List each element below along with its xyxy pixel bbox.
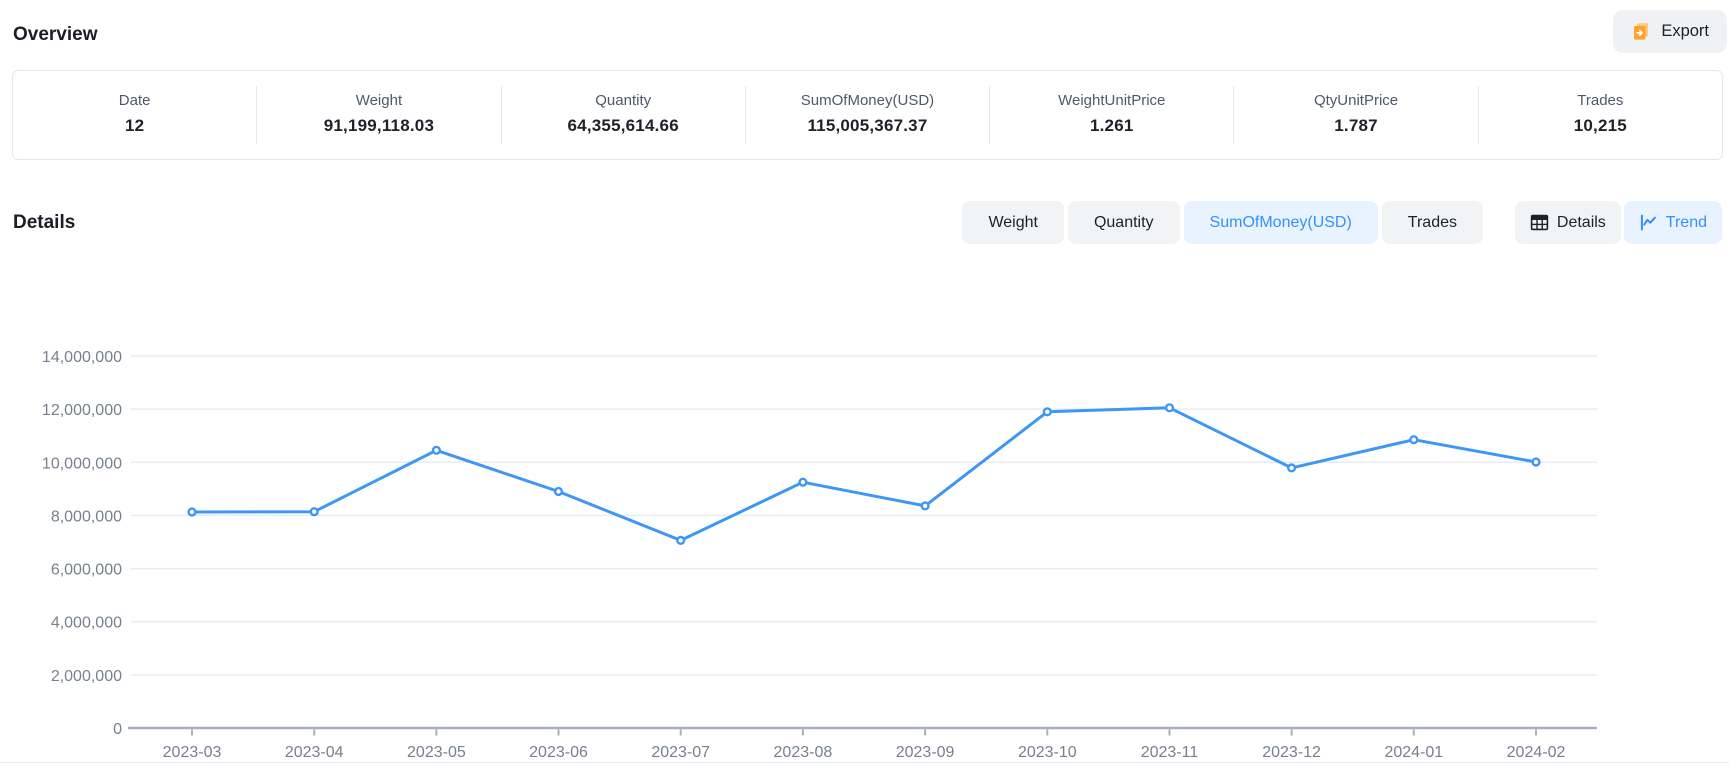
trend-line-chart[interactable]: 0 2,000,000 4,000,000 6,000,000 8,000,000 10,…: [0, 280, 1729, 765]
overview-stats-card: Date 12 Weight 91,199,118.03 Quantity 64,355,…: [12, 70, 1723, 160]
view-toggle-trend[interactable]: Trend: [1624, 201, 1722, 244]
view-toggle-label: Trend: [1666, 214, 1707, 232]
metric-tab-quantity[interactable]: Quantity: [1068, 201, 1180, 244]
stat-weight: Weight 91,199,118.03: [257, 71, 500, 159]
table-icon: [1530, 213, 1549, 232]
y-axis-label: 2,000,000: [51, 668, 122, 685]
metric-tab-trades[interactable]: Trades: [1382, 201, 1483, 244]
x-axis-label: 2024-02: [1507, 744, 1566, 761]
metric-tab-group: WeightQuantitySumOfMoney(USD)Trades: [962, 201, 1483, 244]
y-axis-label: 0: [113, 721, 122, 738]
stat-label: WeightUnitPrice: [1058, 92, 1165, 109]
y-axis-label: 10,000,000: [42, 455, 122, 472]
stat-label: Trades: [1577, 92, 1623, 109]
view-toggle-group: Details Trend: [1515, 201, 1722, 244]
data-point-2023-09[interactable]: [922, 503, 929, 510]
trend-chart-icon: [1639, 213, 1658, 232]
data-point-2023-07[interactable]: [677, 537, 684, 544]
data-point-2023-03[interactable]: [189, 509, 196, 516]
y-axis-label: 6,000,000: [51, 562, 122, 579]
stat-value: 115,005,367.37: [807, 116, 927, 136]
x-axis-label: 2023-09: [896, 744, 955, 761]
metric-tab-weight[interactable]: Weight: [962, 201, 1064, 244]
stat-value: 1.261: [1090, 116, 1134, 136]
view-toggle-details[interactable]: Details: [1515, 201, 1621, 244]
export-button[interactable]: Export: [1613, 10, 1727, 53]
x-axis-label: 2024-01: [1384, 744, 1443, 761]
stat-label: QtyUnitPrice: [1314, 92, 1398, 109]
data-point-2023-12[interactable]: [1288, 465, 1295, 472]
y-axis-label: 12,000,000: [42, 402, 122, 419]
stat-trades: Trades 10,215: [1479, 71, 1722, 159]
y-axis-label: 4,000,000: [51, 615, 122, 632]
export-file-icon: [1631, 21, 1652, 42]
trend-chart-svg: 0 2,000,000 4,000,000 6,000,000 8,000,000 10,…: [0, 280, 1729, 765]
x-axis-label: 2023-03: [163, 744, 222, 761]
stat-weightunitprice: WeightUnitPrice 1.261: [990, 71, 1233, 159]
stat-qtyunitprice: QtyUnitPrice 1.787: [1234, 71, 1477, 159]
stat-label: SumOfMoney(USD): [801, 92, 934, 109]
view-toggle-label: Details: [1557, 214, 1606, 232]
data-point-2023-11[interactable]: [1166, 404, 1173, 411]
x-axis-label: 2023-11: [1141, 744, 1199, 761]
data-point-2024-02[interactable]: [1533, 459, 1540, 466]
x-axis-label: 2023-08: [774, 744, 833, 761]
x-axis-label: 2023-12: [1262, 744, 1321, 761]
data-point-2023-06[interactable]: [555, 488, 562, 495]
data-point-2024-01[interactable]: [1410, 436, 1417, 443]
stat-value: 91,199,118.03: [324, 116, 434, 136]
y-axis-label: 14,000,000: [42, 349, 122, 366]
x-axis-label: 2023-10: [1018, 744, 1077, 761]
stat-label: Quantity: [595, 92, 651, 109]
data-point-2023-04[interactable]: [311, 508, 318, 515]
stat-quantity: Quantity 64,355,614.66: [502, 71, 745, 159]
x-axis-label: 2023-05: [407, 744, 466, 761]
x-axis-label: 2023-06: [529, 744, 588, 761]
data-point-2023-08[interactable]: [800, 479, 807, 486]
export-button-label: Export: [1661, 22, 1709, 41]
section-divider: [0, 762, 1729, 763]
stat-sumofmoney-usd: SumOfMoney(USD) 115,005,367.37: [746, 71, 989, 159]
stat-value: 10,215: [1574, 116, 1627, 136]
x-axis-label: 2023-04: [285, 744, 344, 761]
details-section-title: Details: [13, 201, 75, 244]
stat-label: Weight: [356, 92, 402, 109]
x-axis-label: 2023-07: [651, 744, 710, 761]
stat-value: 12: [125, 116, 144, 136]
trend-line: [192, 408, 1536, 541]
y-axis-label: 8,000,000: [51, 508, 122, 525]
stat-value: 1.787: [1334, 116, 1378, 136]
stat-label: Date: [119, 92, 151, 109]
data-point-2023-05[interactable]: [433, 447, 440, 454]
overview-section-title: Overview: [13, 24, 98, 46]
stat-date: Date 12: [13, 71, 256, 159]
metric-tab-sumofmoney-usd[interactable]: SumOfMoney(USD): [1184, 201, 1378, 244]
stat-value: 64,355,614.66: [568, 116, 679, 136]
data-point-2023-10[interactable]: [1044, 408, 1051, 415]
